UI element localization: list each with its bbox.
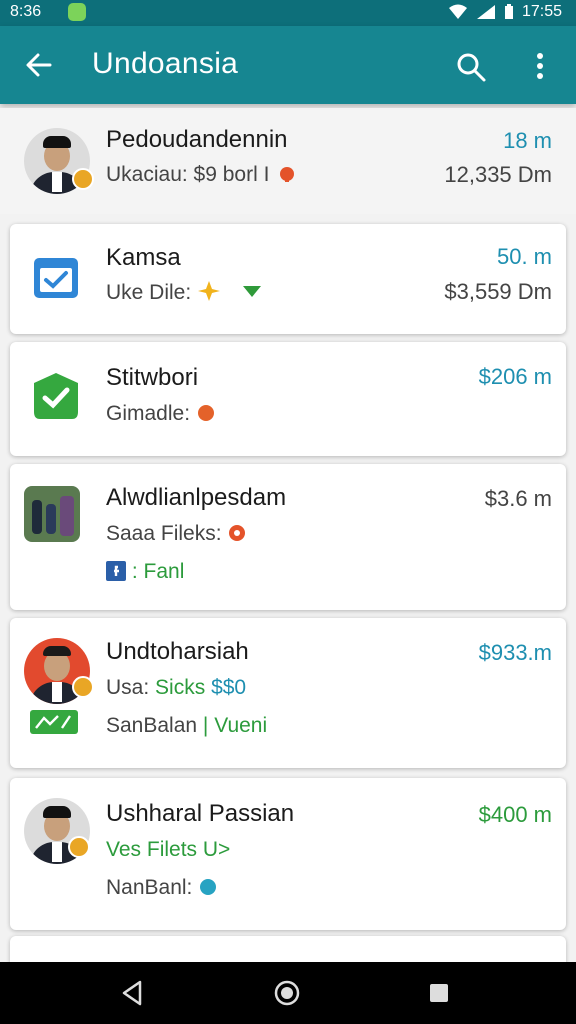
item-name: Undtoharsiah: [106, 638, 249, 665]
badge-icon: [197, 405, 214, 421]
item-amount: 50. m: [496, 244, 552, 269]
system-nav-bar: [0, 962, 576, 1024]
item-detail: Ukaciau: $9 borl I: [106, 163, 297, 187]
shield-check-icon: [34, 373, 78, 419]
home-nav-icon[interactable]: [272, 978, 302, 1008]
verified-badge-icon: [68, 836, 90, 858]
item-amount-secondary: $3,559 Dm: [444, 279, 552, 304]
heart-badge-icon: [200, 879, 217, 895]
item-extra: NanBanl:: [106, 876, 218, 900]
status-time: 8:36: [10, 3, 42, 20]
item-amount: $206 m: [478, 364, 552, 389]
triangle-down-icon: [242, 286, 261, 297]
list-item[interactable]: Stitwbori Gimadle: $206 m: [10, 342, 566, 456]
item-amount-secondary: 12,335 Dm: [444, 162, 552, 187]
back-nav-icon[interactable]: [118, 978, 148, 1008]
wifi-icon: [448, 4, 467, 19]
photo-thumbnail: [24, 486, 80, 542]
calendar-check-icon: [34, 258, 78, 298]
fire-icon: [280, 167, 295, 182]
list-item[interactable]: Pedoudandennin Ukaciau: $9 borl I 18 m 1…: [0, 108, 576, 214]
item-name: Ushharal Passian: [106, 800, 295, 827]
item-detail: Gimadle:: [106, 402, 216, 426]
facebook-icon: [106, 561, 126, 581]
back-arrow-icon[interactable]: [24, 50, 54, 80]
item-amount: 18 m: [503, 128, 552, 153]
list-item[interactable]: Alwdlianlpesdam Saaa Fileks: : Fanl $3.6…: [10, 464, 566, 610]
sparkle-icon: [198, 281, 221, 301]
list-item[interactable]: Undtoharsiah Usa: Sicks $$0 SanBalan | V…: [10, 618, 566, 768]
item-name: Alwdlianlpesdam: [106, 484, 287, 511]
battery-icon: [504, 4, 513, 19]
status-clock-right: 17:55: [521, 3, 562, 20]
item-detail: Uke Dile:: [106, 280, 263, 305]
verified-badge-icon: [72, 676, 94, 698]
notification-app-icon: [68, 3, 86, 21]
search-icon[interactable]: [454, 50, 488, 84]
item-amount: $3.6 m: [484, 486, 552, 511]
item-extra: SanBalan | Vueni: [106, 714, 268, 737]
item-detail: Saaa Fileks:: [106, 522, 247, 546]
status-bar: 8:36 17:55: [0, 0, 576, 26]
signal-icon: [476, 5, 495, 19]
item-amount: $933.m: [478, 640, 552, 665]
overflow-menu-icon[interactable]: [530, 50, 550, 84]
item-amount: $400 m: [478, 802, 552, 827]
item-extra: : Fanl: [106, 560, 184, 584]
page-title: Undoansia: [92, 47, 239, 80]
recents-nav-icon[interactable]: [424, 978, 454, 1008]
gear-badge-icon: [229, 525, 246, 541]
verified-badge-icon: [72, 168, 94, 190]
item-detail: Usa: Sicks $$0: [106, 676, 247, 699]
stock-chart-icon: [30, 710, 78, 734]
item-detail: Ves Filets U>: [106, 838, 231, 861]
item-name: Pedoudandennin: [106, 126, 288, 153]
list-item[interactable]: Ushharal Passian Ves Filets U> NanBanl: …: [10, 778, 566, 930]
list-item[interactable]: Kamsa Uke Dile: 50. m $3,559 Dm: [10, 224, 566, 334]
app-bar: Undoansia: [0, 26, 576, 104]
item-name: Stitwbori: [106, 364, 199, 391]
item-name: Kamsa: [106, 244, 181, 271]
status-icons: 17:55: [448, 3, 562, 21]
